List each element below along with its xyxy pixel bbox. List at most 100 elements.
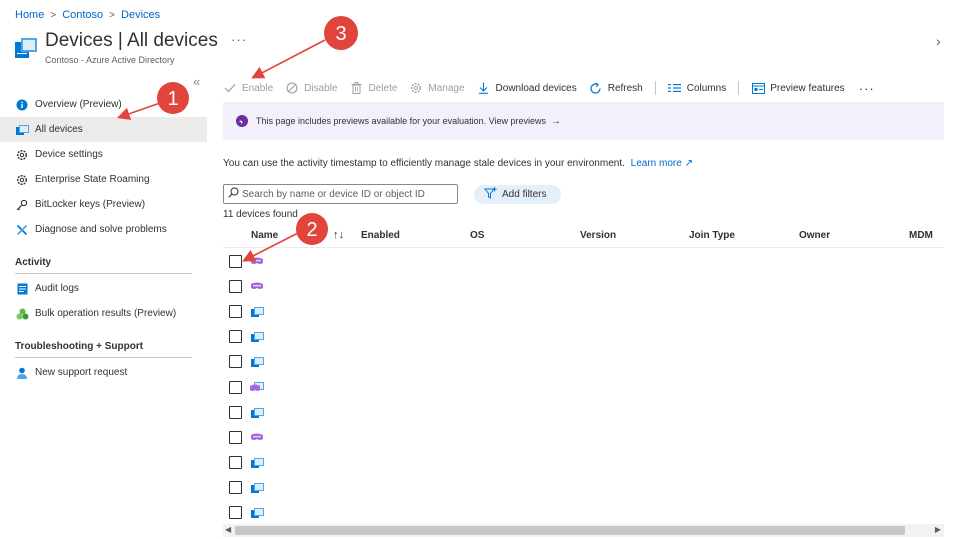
sidebar-item-label: Device settings — [35, 149, 103, 160]
add-filter-icon — [483, 187, 497, 202]
preview-features-label: Preview features — [770, 82, 845, 94]
view-previews-link[interactable]: This page includes previews available fo… — [256, 116, 546, 126]
breadcrumb-home[interactable]: Home — [15, 9, 44, 21]
search-icon — [228, 187, 239, 201]
sidebar-item-device-settings[interactable]: Device settings — [0, 142, 207, 167]
desktop-icon — [250, 406, 264, 418]
column-header-version[interactable]: Version — [580, 230, 616, 241]
row-checkbox[interactable] — [229, 405, 242, 419]
scrollbar-thumb[interactable] — [235, 526, 905, 535]
table-row[interactable] — [223, 500, 944, 525]
preview-features-button[interactable]: Preview features — [751, 81, 845, 95]
table-row[interactable] — [223, 425, 944, 450]
columns-button[interactable]: Columns — [668, 81, 726, 95]
breadcrumb-contoso[interactable]: Contoso — [62, 9, 103, 21]
table-row[interactable] — [223, 400, 944, 425]
devices-icon — [15, 123, 29, 137]
annotation-arrow — [251, 39, 326, 79]
row-checkbox[interactable] — [229, 455, 242, 469]
device-count: 11 devices found — [223, 209, 298, 220]
sidebar-item-audit-logs[interactable]: Audit logs — [0, 276, 207, 301]
sidebar-item-enterprise-state-roaming[interactable]: Enterprise State Roaming — [0, 167, 207, 192]
table-row[interactable] — [223, 274, 944, 299]
column-header-os[interactable]: OS — [470, 230, 484, 241]
row-checkbox[interactable] — [229, 380, 242, 394]
sidebar-item-label: New support request — [35, 367, 128, 378]
sidebar-item-all-devices[interactable]: All devices — [0, 117, 207, 142]
table-header: Name ↑↓ Enabled OS Version Join Type Own… — [223, 226, 944, 248]
column-header-join-type[interactable]: Join Type — [689, 230, 735, 241]
gear-icon — [409, 81, 423, 95]
desktop-icon — [250, 356, 264, 368]
row-checkbox[interactable] — [229, 480, 242, 494]
page-title: Devices | All devices — [45, 30, 218, 51]
manage-button[interactable]: Manage — [409, 81, 465, 95]
row-checkbox[interactable] — [229, 505, 242, 519]
table-row[interactable] — [223, 475, 944, 500]
desktop-icon — [250, 506, 264, 518]
row-checkbox[interactable] — [229, 330, 242, 344]
checkmark-icon — [223, 81, 237, 95]
external-link-icon: ↗ — [684, 158, 693, 169]
row-checkbox[interactable] — [229, 355, 242, 369]
sidebar-item-bulk-operation-results[interactable]: Bulk operation results (Preview) — [0, 301, 207, 326]
enable-label: Enable — [242, 82, 274, 94]
refresh-button[interactable]: Refresh — [589, 81, 643, 95]
more-options-icon[interactable]: ··· — [231, 32, 247, 47]
hololens-icon — [250, 281, 264, 293]
horizontal-scrollbar[interactable]: ◀ ▶ — [223, 524, 944, 537]
sidebar-item-bitlocker-keys[interactable]: BitLocker keys (Preview) — [0, 192, 207, 217]
delete-button[interactable]: Delete — [350, 81, 398, 95]
arrow-right-icon[interactable]: → — [551, 116, 561, 127]
delete-label: Delete — [368, 82, 398, 94]
row-checkbox[interactable] — [229, 255, 242, 269]
row-checkbox[interactable] — [229, 430, 242, 444]
support-person-icon — [15, 366, 29, 380]
add-filters-button[interactable]: Add filters — [474, 185, 561, 204]
scroll-right-icon[interactable]: ▶ — [935, 525, 941, 534]
table-row[interactable] — [223, 349, 944, 374]
info-text: You can use the activity timestamp to ef… — [223, 158, 625, 169]
disable-label: Disable — [304, 82, 338, 94]
row-checkbox[interactable] — [229, 305, 242, 319]
sidebar-item-overview[interactable]: Overview (Preview) — [0, 92, 207, 117]
sidebar-item-new-support-request[interactable]: New support request — [0, 360, 207, 385]
preview-features-icon — [751, 81, 765, 95]
audit-log-icon — [15, 282, 29, 296]
table-row[interactable] — [223, 450, 944, 475]
sidebar: Overview (Preview) All devices Device se… — [0, 92, 207, 385]
add-filters-label: Add filters — [502, 189, 547, 200]
chevron-right-icon[interactable]: › — [936, 33, 941, 49]
collapse-sidebar-icon[interactable]: « — [193, 74, 200, 89]
sort-icon[interactable]: ↑↓ — [333, 229, 344, 241]
sidebar-item-label: Audit logs — [35, 283, 79, 294]
sidebar-item-diagnose[interactable]: Diagnose and solve problems — [0, 217, 207, 242]
download-icon — [477, 81, 491, 95]
annotation-number: 3 — [335, 23, 346, 45]
column-header-name[interactable]: Name — [251, 230, 278, 241]
row-checkbox[interactable] — [229, 280, 242, 294]
learn-more-link[interactable]: Learn more ↗ — [631, 158, 693, 169]
table-row[interactable] — [223, 324, 944, 349]
scroll-left-icon[interactable]: ◀ — [225, 525, 231, 534]
disable-button[interactable]: Disable — [285, 81, 338, 95]
refresh-label: Refresh — [607, 82, 643, 94]
hololens-icon — [250, 431, 264, 443]
enable-button[interactable]: Enable — [223, 81, 273, 95]
toolbar-divider — [738, 81, 740, 95]
table-row[interactable] — [223, 249, 944, 274]
devices-title-icon — [15, 36, 37, 62]
column-header-owner[interactable]: Owner — [799, 230, 830, 241]
desktop-icon — [250, 331, 264, 343]
column-header-enabled[interactable]: Enabled — [361, 230, 400, 241]
sidebar-item-label: Diagnose and solve problems — [35, 224, 167, 235]
more-options-icon[interactable]: ··· — [859, 81, 875, 96]
table-row[interactable] — [223, 299, 944, 324]
search-box[interactable] — [223, 184, 458, 204]
column-header-mdm[interactable]: MDM — [909, 230, 933, 241]
download-devices-button[interactable]: Download devices — [477, 81, 577, 95]
search-input[interactable] — [242, 188, 452, 200]
table-row[interactable] — [223, 374, 944, 399]
breadcrumb-devices[interactable]: Devices — [121, 9, 160, 21]
columns-label: Columns — [686, 82, 727, 94]
